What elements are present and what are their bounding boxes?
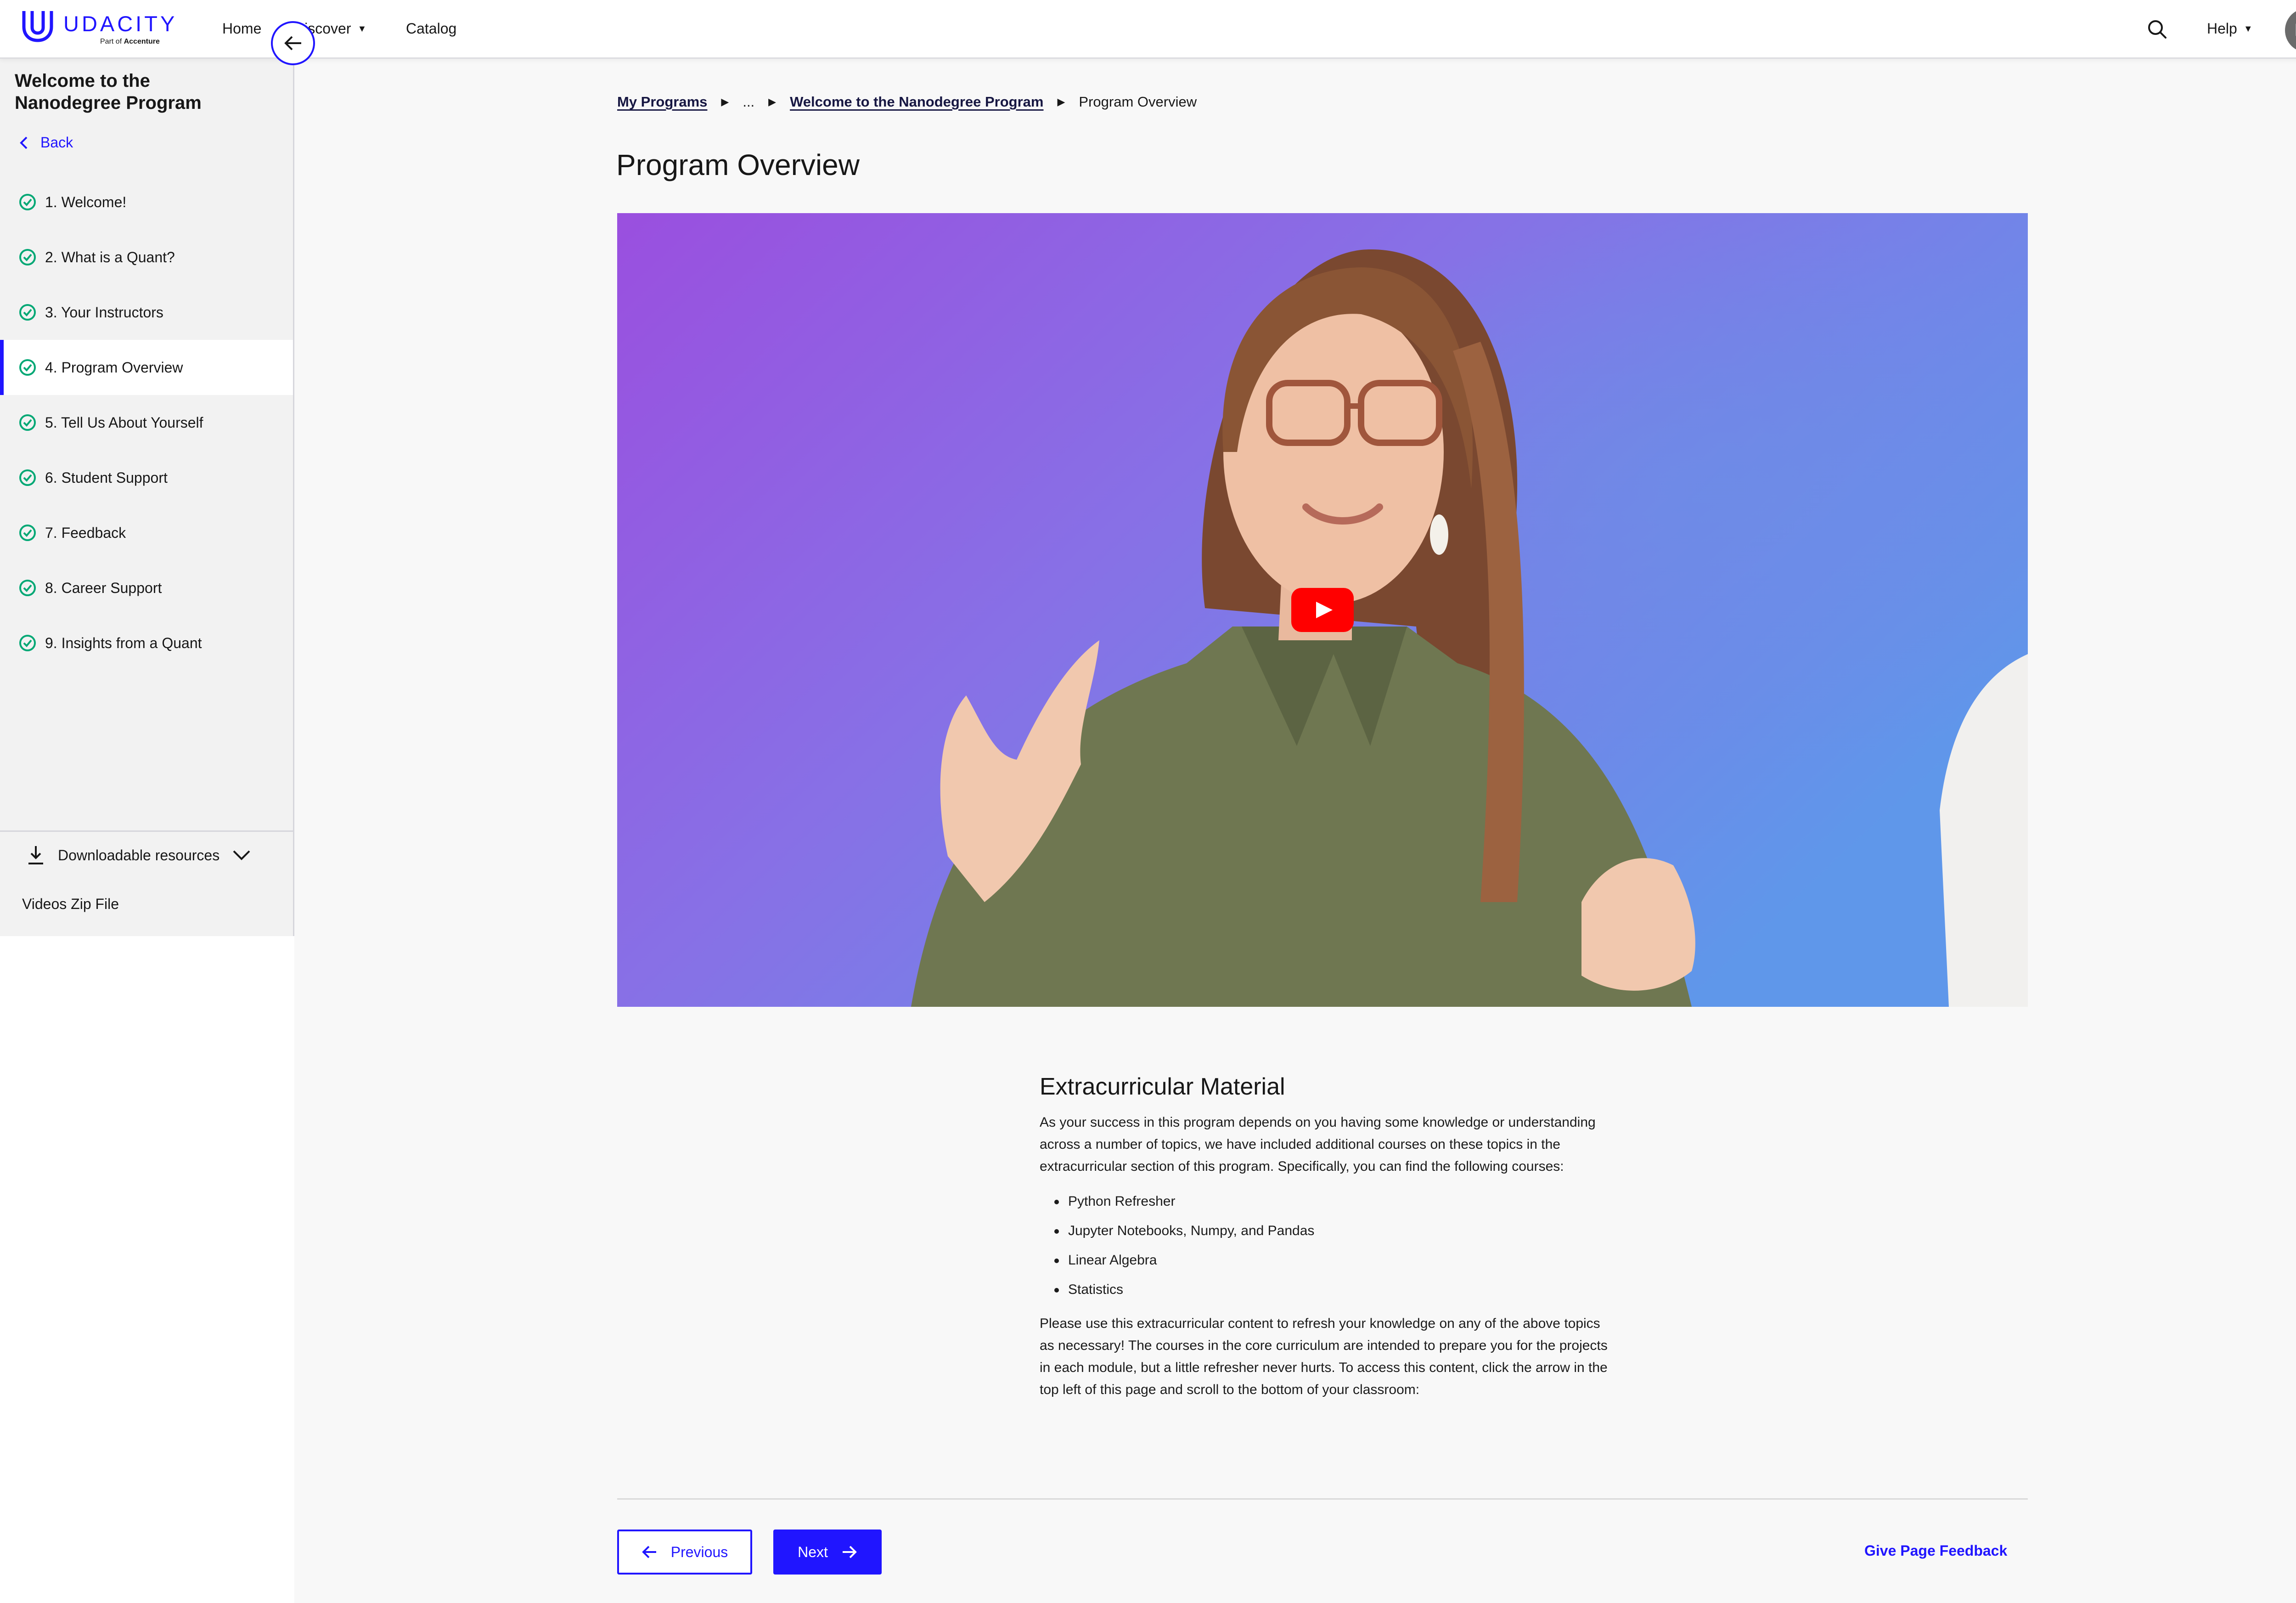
sidebar-item-welcome[interactable]: 1. Welcome! xyxy=(0,175,293,230)
give-page-feedback-link[interactable]: Give Page Feedback xyxy=(1864,1542,2007,1559)
list-item: Python Refresher xyxy=(1054,1187,1609,1216)
footer-divider xyxy=(617,1498,2028,1500)
sidebar-item-program-overview[interactable]: 4. Program Overview xyxy=(0,340,293,395)
dropdown-caret-icon: ▼ xyxy=(357,24,367,34)
check-circle-icon xyxy=(19,414,36,431)
dropdown-caret-icon: ▼ xyxy=(2243,24,2253,34)
check-circle-icon xyxy=(19,194,36,210)
check-circle-icon xyxy=(19,635,36,651)
sidebar-item-insights-from-a-quant[interactable]: 9. Insights from a Quant xyxy=(0,615,293,671)
check-circle-icon xyxy=(19,304,36,321)
brand-tagline: Part of Accenture xyxy=(100,38,160,45)
previous-button[interactable]: Previous xyxy=(617,1530,752,1575)
check-circle-icon xyxy=(19,469,36,486)
udacity-logo-icon xyxy=(22,11,53,42)
sidebar-item-student-support[interactable]: 6. Student Support xyxy=(0,450,293,505)
breadcrumb-my-programs[interactable]: My Programs xyxy=(617,94,707,110)
help-menu[interactable]: Help ▼ xyxy=(2207,20,2253,37)
collapse-sidebar-button[interactable] xyxy=(271,21,315,65)
lesson-article: Extracurricular Material As your success… xyxy=(1040,1073,1609,1401)
sidebar-title: Welcome to the Nanodegree Program xyxy=(15,71,202,113)
breadcrumb-welcome[interactable]: Welcome to the Nanodegree Program xyxy=(790,94,1043,110)
brand-name: UDACITY xyxy=(63,11,178,36)
lesson-sidebar: Welcome to the Nanodegree Program Back 1… xyxy=(0,59,294,936)
arrow-left-icon xyxy=(284,36,301,51)
breadcrumb-current: Program Overview xyxy=(1079,94,1197,110)
resources-divider xyxy=(0,830,293,832)
sidebar-item-what-is-a-quant[interactable]: 2. What is a Quant? xyxy=(0,230,293,285)
breadcrumb-separator-icon: ▶ xyxy=(768,96,777,107)
user-avatar[interactable]: HC xyxy=(2285,8,2296,52)
check-circle-icon xyxy=(19,249,36,265)
article-intro: As your success in this program depends … xyxy=(1040,1115,1596,1174)
youtube-play-icon[interactable] xyxy=(1291,588,1354,632)
breadcrumb-separator-icon: ▶ xyxy=(1057,96,1065,107)
back-link[interactable]: Back xyxy=(19,134,73,151)
udacity-logo[interactable]: UDACITY Part of Accenture xyxy=(21,8,186,50)
nav-home[interactable]: Home xyxy=(222,20,261,37)
chevron-left-icon xyxy=(20,136,28,149)
download-icon xyxy=(28,846,43,864)
breadcrumb-separator-icon: ▶ xyxy=(721,96,729,107)
list-item: Linear Algebra xyxy=(1054,1246,1609,1275)
sidebar-item-feedback[interactable]: 7. Feedback xyxy=(0,505,293,560)
search-icon[interactable] xyxy=(2146,18,2168,40)
chevron-down-icon xyxy=(233,850,250,860)
course-list: Python Refresher Jupyter Notebooks, Nump… xyxy=(1054,1187,1609,1304)
arrow-right-icon xyxy=(842,1546,857,1558)
resource-file-link[interactable]: Videos Zip File xyxy=(22,896,119,913)
video-player[interactable] xyxy=(617,213,2028,1007)
arrow-left-icon xyxy=(642,1546,656,1558)
check-circle-icon xyxy=(19,580,36,596)
check-circle-icon xyxy=(19,525,36,541)
nav-catalog[interactable]: Catalog xyxy=(406,20,456,37)
article-heading: Extracurricular Material xyxy=(1040,1073,1285,1100)
page-title: Program Overview xyxy=(616,148,860,181)
breadcrumb-ellipsis[interactable]: ... xyxy=(743,94,754,110)
sidebar-item-your-instructors[interactable]: 3. Your Instructors xyxy=(0,285,293,340)
sidebar-item-tell-us-about-yourself[interactable]: 5. Tell Us About Yourself xyxy=(0,395,293,450)
sidebar-item-career-support[interactable]: 8. Career Support xyxy=(0,560,293,615)
next-button[interactable]: Next xyxy=(773,1530,882,1575)
lesson-list: 1. Welcome! 2. What is a Quant? 3. Your … xyxy=(0,175,293,671)
top-navigation-bar: UDACITY Part of Accenture Home Discover ▼… xyxy=(0,0,2296,59)
list-item: Jupyter Notebooks, Numpy, and Pandas xyxy=(1054,1216,1609,1246)
check-circle-icon xyxy=(19,359,36,376)
list-item: Statistics xyxy=(1054,1275,1609,1304)
breadcrumb: My Programs ▶ ... ▶ Welcome to the Nanod… xyxy=(617,94,1197,110)
downloadable-resources-toggle[interactable]: Downloadable resources xyxy=(27,845,251,865)
sidebar-blank-area xyxy=(0,936,294,1603)
article-outro: Please use this extracurricular content … xyxy=(1040,1316,1608,1397)
